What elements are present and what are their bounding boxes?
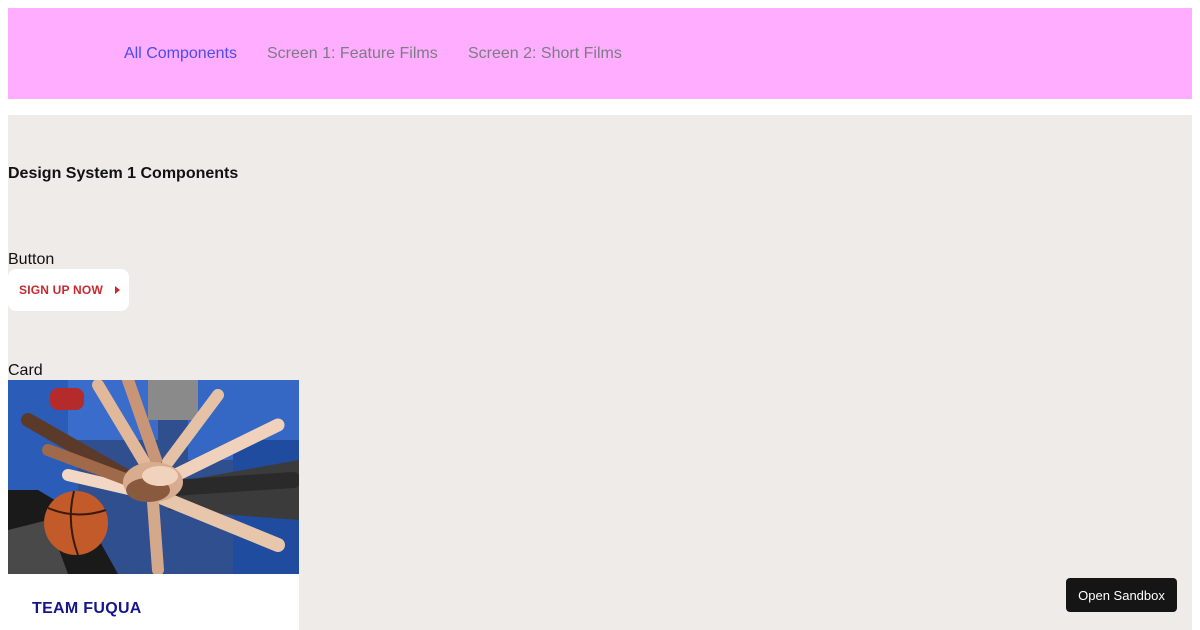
nav-link-short-films[interactable]: Screen 2: Short Films — [468, 45, 622, 63]
open-sandbox-button[interactable]: Open Sandbox — [1066, 578, 1177, 612]
card-title: TEAM FUQUA — [32, 600, 142, 617]
page-title: Design System 1 Components — [8, 165, 239, 182]
team-card[interactable]: TEAM FUQUA — [8, 380, 299, 630]
button-section-label: Button — [8, 251, 55, 268]
card-section-label: Card — [8, 362, 43, 379]
caret-right-icon — [115, 286, 120, 294]
nav-link-feature-films[interactable]: Screen 1: Feature Films — [267, 45, 438, 63]
sign-up-now-label: SIGN UP NOW — [19, 283, 103, 297]
nav-link-all-components[interactable]: All Components — [124, 45, 237, 63]
team-hands-together-photo — [8, 380, 299, 574]
sign-up-now-button[interactable]: SIGN UP NOW — [8, 269, 129, 311]
top-nav: All Components Screen 1: Feature Films S… — [8, 8, 1192, 99]
components-panel: Design System 1 Components Button SIGN U… — [8, 115, 1192, 630]
